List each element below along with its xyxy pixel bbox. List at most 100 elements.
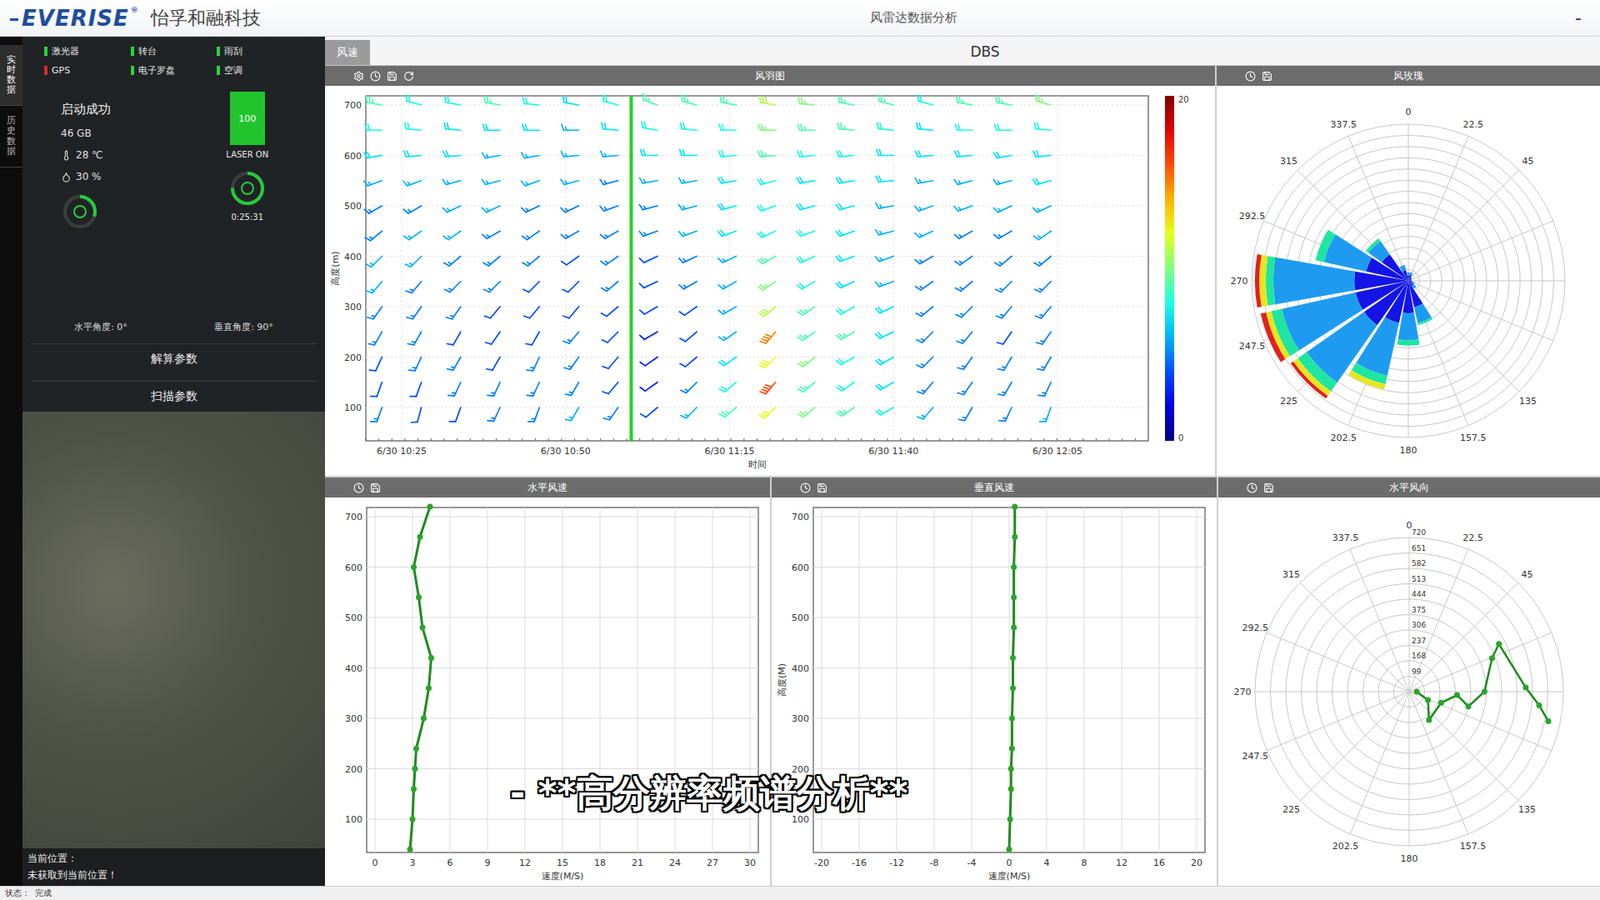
direction-point xyxy=(1414,689,1420,695)
gauge-icon xyxy=(60,192,100,231)
angle-label: 315 xyxy=(1280,155,1298,167)
wind-barb xyxy=(955,124,973,130)
wind-barb xyxy=(485,331,500,345)
panel-title: 垂直风速 xyxy=(974,480,1015,495)
tool-icon[interactable] xyxy=(386,70,398,82)
wind-barb xyxy=(993,205,1012,213)
profile-point xyxy=(1008,765,1015,772)
x-tick: 6 xyxy=(447,857,454,869)
wind-barb xyxy=(994,152,1012,159)
tool-icon[interactable] xyxy=(370,70,381,82)
x-tick: 30 xyxy=(744,857,756,869)
wind-barb xyxy=(797,281,815,290)
tool-icon[interactable] xyxy=(403,70,415,82)
tool-icon[interactable] xyxy=(370,482,381,494)
wind-barb xyxy=(640,177,658,183)
x-tick: 18 xyxy=(594,857,606,869)
wind-barb xyxy=(797,150,815,157)
y-tick: 700 xyxy=(791,511,810,523)
profile-point xyxy=(420,715,427,722)
angle-label: 45 xyxy=(1522,155,1535,167)
wind-barb xyxy=(995,256,1012,267)
wind-barb xyxy=(526,357,540,371)
wind-barb xyxy=(364,205,382,214)
device-status: 激光器转台雨刮GPS电子罗盘空调启动成功46 GB28 ℃30 %100LASE… xyxy=(22,36,325,412)
x-tick: -4 xyxy=(967,857,977,869)
wind-barb xyxy=(955,256,973,265)
y-tick: 100 xyxy=(791,814,810,825)
wind-barb xyxy=(481,179,500,185)
y-tick: 100 xyxy=(344,402,362,414)
chart-panel: 水平风向337.5022.545135157.5180202.5225247.5… xyxy=(1218,477,1600,888)
wind-barb xyxy=(719,407,736,418)
angle-label: 22.5 xyxy=(1462,119,1484,130)
profile-point xyxy=(410,564,417,570)
y-tick: 100 xyxy=(345,814,363,825)
wind-barb xyxy=(444,122,461,130)
y-tick: 700 xyxy=(344,100,362,111)
wind-barb xyxy=(798,407,815,418)
wind-barb xyxy=(643,93,658,105)
minimize-button[interactable]: - xyxy=(1566,7,1590,29)
temperature: 28 ℃ xyxy=(60,149,104,161)
section-button[interactable]: 解算参数 xyxy=(30,343,317,375)
tool-icon[interactable] xyxy=(816,482,828,494)
wind-barb xyxy=(680,150,698,156)
run-timer: 0:25:31 xyxy=(230,212,264,222)
wind-barb xyxy=(718,281,736,290)
wind-barb xyxy=(875,306,895,314)
tool-icon[interactable] xyxy=(353,70,365,82)
tool-icon[interactable] xyxy=(800,482,811,494)
direction-point xyxy=(1495,640,1502,647)
y-tick: 500 xyxy=(345,612,363,624)
time-cursor[interactable] xyxy=(629,95,633,441)
wind-barb xyxy=(487,382,500,396)
wind-barb xyxy=(796,204,815,210)
wind-barb xyxy=(447,357,461,371)
wind-barb xyxy=(404,230,422,240)
horizontal-angle: 水平角度: 0° xyxy=(74,320,128,334)
wind-barb xyxy=(1033,205,1052,213)
wind-barb xyxy=(915,205,934,211)
tool-icon[interactable] xyxy=(1261,70,1273,82)
wind-barb xyxy=(995,281,1011,293)
wind-barb xyxy=(719,382,736,393)
wind-barb xyxy=(875,230,895,235)
tool-icon[interactable] xyxy=(1263,482,1275,494)
section-button[interactable]: 扫描参数 xyxy=(30,380,317,412)
wind-barb xyxy=(522,256,540,267)
side-tab[interactable]: 历史数据 xyxy=(0,105,23,167)
wind-barb xyxy=(758,281,776,290)
x-tick: 3 xyxy=(410,857,416,869)
indicator-light xyxy=(130,46,135,56)
status-label: 状态： xyxy=(5,887,30,900)
direction-point xyxy=(1465,703,1472,710)
wind-barb xyxy=(760,96,776,105)
tool-icon[interactable] xyxy=(1246,482,1258,494)
colorbar-min: 0 xyxy=(1178,433,1184,443)
panel-header: 水平风速 xyxy=(325,477,770,498)
tool-icon[interactable] xyxy=(1245,70,1256,82)
wind-barb xyxy=(916,122,934,130)
side-tab[interactable]: 实时数据 xyxy=(0,45,23,106)
wind-barb xyxy=(954,205,973,211)
wind-barb xyxy=(798,357,815,368)
wind-barb xyxy=(796,230,815,236)
wind-barb xyxy=(718,150,736,157)
direction-point xyxy=(1425,717,1432,724)
x-tick: 24 xyxy=(669,857,681,869)
x-title: 速度(M/S) xyxy=(541,870,585,882)
angle-label: 315 xyxy=(1282,569,1300,580)
wind-barb xyxy=(639,256,658,264)
wind-barb xyxy=(836,407,855,416)
chart-panel: 风玫瑰337.5022.545135157.5180202.5225247.52… xyxy=(1216,65,1600,476)
panel-tools xyxy=(1216,70,1394,82)
rose-sector xyxy=(1400,265,1409,281)
main-tab[interactable]: 风速 xyxy=(325,40,370,65)
wind-barb xyxy=(521,152,540,158)
wind-barb xyxy=(878,95,894,105)
y-tick: 500 xyxy=(344,200,362,212)
satellite-map[interactable] xyxy=(22,411,325,849)
tool-icon[interactable] xyxy=(353,482,365,494)
x-tick: 9 xyxy=(485,857,491,869)
